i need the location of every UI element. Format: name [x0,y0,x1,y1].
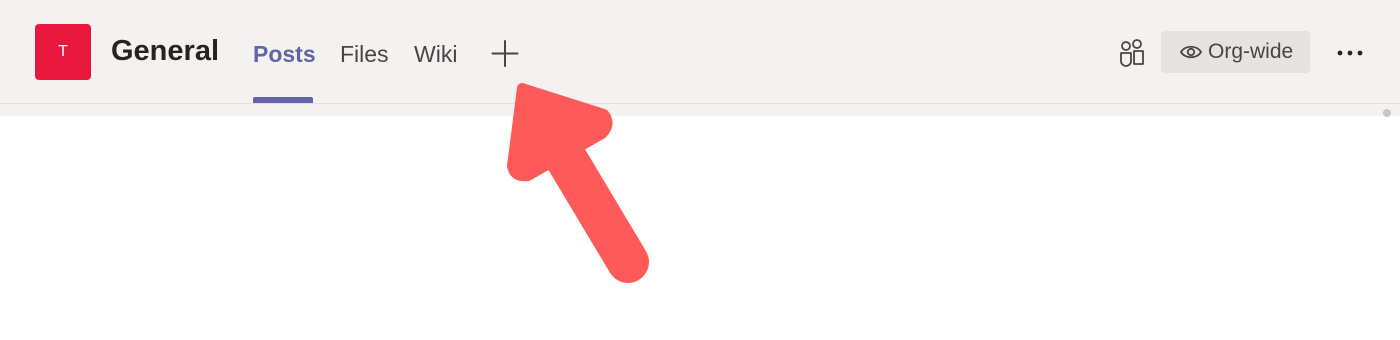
privacy-badge[interactable]: Org-wide [1161,31,1310,73]
plus-icon [491,40,519,67]
tab-wiki[interactable]: Wiki [414,38,457,70]
tab-files[interactable]: Files [340,38,389,70]
teams-channel-page: T General Posts Files Wiki Org-wide [0,0,1400,340]
team-avatar[interactable]: T [35,24,91,80]
add-tab-button[interactable] [486,35,524,73]
people-icon [1120,39,1144,67]
tab-posts[interactable]: Posts [253,38,316,70]
annotation-arrow-shaft [531,114,649,283]
more-options-icon [1337,50,1363,56]
channel-header: T General Posts Files Wiki Org-wide [0,0,1400,103]
scrollbar-thumb[interactable] [1383,109,1391,117]
channel-members-button[interactable] [1116,38,1148,70]
team-avatar-initial: T [58,43,68,60]
eye-icon [1180,45,1202,59]
header-strip [0,104,1400,116]
channel-title: General [111,35,219,67]
more-options-button[interactable] [1332,36,1368,70]
privacy-label: Org-wide [1208,40,1294,63]
